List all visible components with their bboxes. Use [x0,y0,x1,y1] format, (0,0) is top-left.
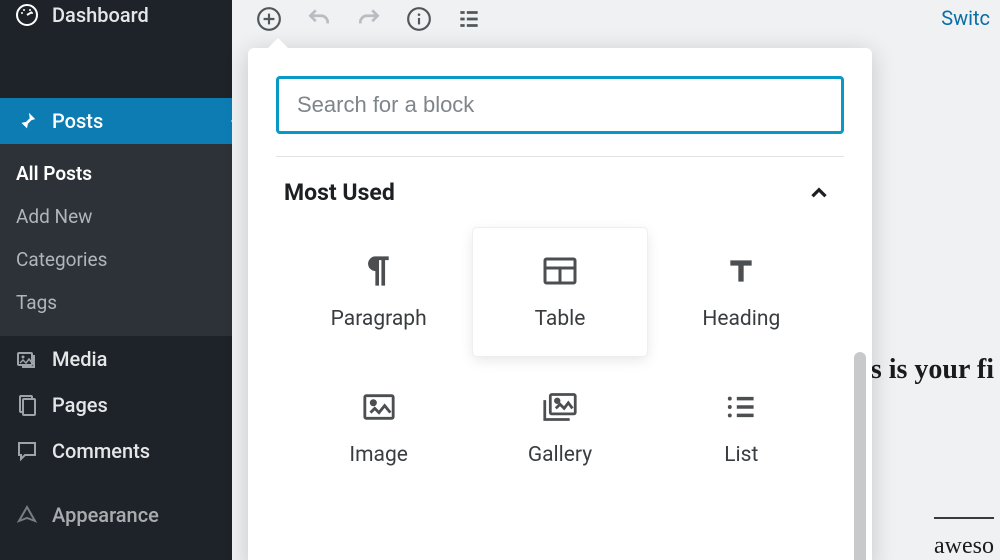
sidebar-item-posts[interactable]: Posts [0,98,232,144]
editor-toolbar: Switc [232,0,1000,38]
inserter-section-header[interactable]: Most Used [248,157,872,218]
sidebar-sub-add-new[interactable]: Add New [0,195,232,238]
inserter-scrollbar[interactable] [854,352,866,560]
sidebar-sub-all-posts[interactable]: All Posts [0,152,232,195]
post-body-peek: aweso [934,517,994,560]
sidebar-dashboard-label: Dashboard [52,3,149,27]
paragraph-icon [361,253,397,289]
dashboard-icon [14,2,40,28]
media-icon [14,346,40,372]
post-title-peek: s is your fi [871,354,994,386]
block-table[interactable]: Table [473,228,646,356]
block-search-input[interactable] [276,76,844,134]
sidebar-item-media[interactable]: Media [0,336,232,382]
pin-icon [14,108,40,134]
sidebar-item-appearance[interactable]: Appearance [0,492,232,538]
list-icon [723,389,759,425]
block-gallery[interactable]: Gallery [473,364,646,492]
sidebar-posts-label: Posts [52,109,103,133]
block-image[interactable]: Image [292,364,465,492]
gallery-icon [542,389,578,425]
undo-button[interactable] [306,6,332,32]
editor-canvas[interactable]: s is your fi aweso Most Used [232,38,1000,560]
image-icon [361,389,397,425]
outline-button[interactable] [456,6,482,32]
info-button[interactable] [406,6,432,32]
heading-icon [723,253,759,289]
sidebar-item-pages[interactable]: Pages [0,382,232,428]
sidebar-pages-label: Pages [52,393,108,417]
sidebar-item-comments[interactable]: Comments [0,428,232,474]
chevron-up-icon [806,180,832,206]
switch-mode-link[interactable]: Switc [941,6,990,30]
block-list[interactable]: List [655,364,828,492]
pages-icon [14,392,40,418]
inserter-section-title: Most Used [284,179,395,206]
redo-button[interactable] [356,6,382,32]
sidebar-sub-tags[interactable]: Tags [0,281,232,324]
sidebar-posts-submenu: All Posts Add New Categories Tags [0,144,232,336]
sidebar-item-dashboard[interactable]: Dashboard [0,0,232,44]
editor-main: Switc s is your fi aweso Most Used [232,0,1000,560]
add-block-button[interactable] [256,6,282,32]
block-heading[interactable]: Heading [655,228,828,356]
admin-sidebar: Dashboard Posts All Posts Add New Catego… [0,0,232,560]
sidebar-comments-label: Comments [52,439,150,463]
block-grid: Paragraph Table Heading [248,218,872,502]
sidebar-sub-categories[interactable]: Categories [0,238,232,281]
table-icon [542,253,578,289]
comments-icon [14,438,40,464]
appearance-icon [14,502,40,528]
sidebar-appearance-label: Appearance [52,503,159,527]
block-paragraph[interactable]: Paragraph [292,228,465,356]
sidebar-media-label: Media [52,347,107,371]
block-inserter-popover: Most Used Paragraph [248,48,872,560]
